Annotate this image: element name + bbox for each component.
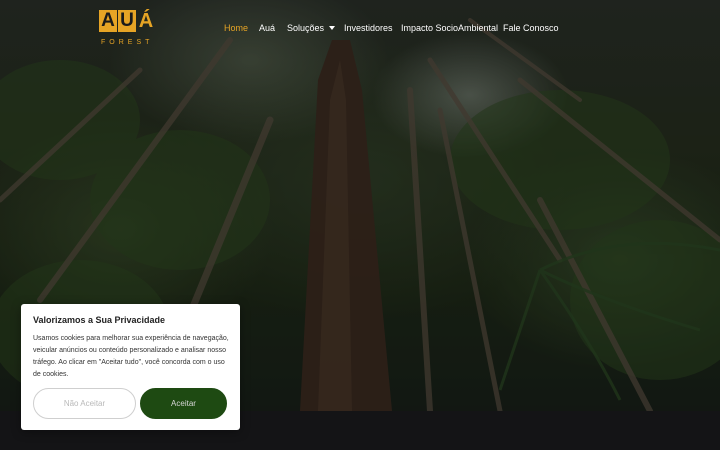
nav-item-impacto[interactable]: Impacto SocioAmbiental: [401, 21, 498, 35]
nav-item-aua[interactable]: Auá: [259, 21, 275, 35]
cookie-title: Valorizamos a Sua Privacidade: [33, 315, 166, 325]
nav-item-fale-conosco[interactable]: Fale Conosco: [503, 21, 559, 35]
page: A U Á FOREST Home Auá Soluções Investido…: [0, 0, 720, 450]
logo-subtitle: FOREST: [101, 39, 154, 46]
nav-item-solucoes-label: Soluções: [287, 23, 325, 33]
cookie-consent-dialog: Valorizamos a Sua Privacidade Usamos coo…: [21, 304, 240, 430]
logo-letter-u: U: [118, 10, 136, 32]
reject-cookies-button[interactable]: Não Aceitar: [33, 388, 136, 419]
logo-letter-a: A: [99, 10, 117, 32]
chevron-down-icon: [329, 26, 336, 30]
cookie-description: Usamos cookies para melhorar sua experiê…: [33, 335, 229, 378]
nav-item-solucoes[interactable]: Soluções: [287, 21, 336, 35]
nav-item-home[interactable]: Home: [224, 21, 248, 35]
brand-logo[interactable]: A U Á FOREST: [99, 10, 159, 48]
accept-cookies-button[interactable]: Aceitar: [140, 388, 227, 419]
nav-item-investidores[interactable]: Investidores: [344, 21, 393, 35]
logo-letter-a-accent: Á: [138, 10, 154, 32]
